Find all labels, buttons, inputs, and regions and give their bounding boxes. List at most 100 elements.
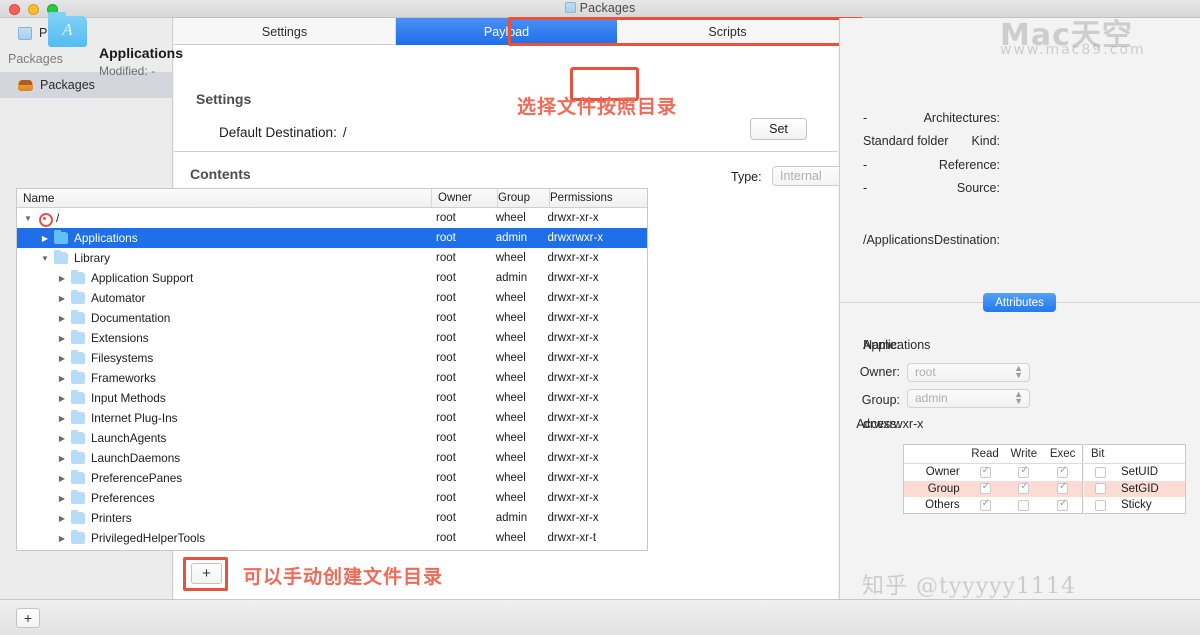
table-row[interactable]: Extensions root wheel drwxr-xr-x bbox=[17, 328, 647, 348]
table-row[interactable]: Printers root admin drwxr-xr-x bbox=[17, 508, 647, 528]
table-row[interactable]: Internet Plug-Ins root wheel drwxr-xr-x bbox=[17, 408, 647, 428]
table-row[interactable]: Filesystems root wheel drwxr-xr-x bbox=[17, 348, 647, 368]
checkbox-read[interactable] bbox=[979, 481, 991, 495]
table-row[interactable]: Applications root admin drwxrwxr-x bbox=[17, 228, 647, 248]
checkbox-exec[interactable] bbox=[1057, 481, 1069, 495]
row-group-cell: wheel bbox=[495, 332, 526, 344]
triangle-right-icon[interactable] bbox=[55, 514, 69, 523]
column-header-owner[interactable]: Owner bbox=[432, 189, 498, 207]
add-package-button[interactable]: + bbox=[16, 608, 40, 628]
triangle-right-icon[interactable] bbox=[55, 374, 69, 383]
folder-icon bbox=[71, 430, 85, 444]
row-name-cell: / bbox=[17, 211, 430, 227]
inspector-header bbox=[840, 18, 1200, 64]
row-name-cell: Internet Plug-Ins bbox=[17, 410, 430, 425]
table-row[interactable]: / root wheel drwxr-xr-x bbox=[17, 208, 647, 228]
permission-row: Owner bbox=[904, 464, 1082, 481]
table-row[interactable]: Automator root wheel drwxr-xr-x bbox=[17, 288, 647, 308]
row-permissions-cell: drwxr-xr-x bbox=[547, 412, 599, 424]
tab-payload[interactable]: Payload bbox=[396, 18, 617, 45]
checkbox-exec[interactable] bbox=[1057, 498, 1069, 511]
table-row[interactable]: Input Methods root wheel drwxr-xr-x bbox=[17, 388, 647, 408]
checkbox-bit[interactable] bbox=[1094, 466, 1106, 478]
table-row[interactable]: Frameworks root wheel drwxr-xr-x bbox=[17, 368, 647, 388]
highlight-add-button bbox=[183, 557, 228, 591]
permission-cell bbox=[1004, 499, 1043, 511]
permission-row: Group bbox=[904, 480, 1082, 497]
group-select[interactable]: admin ▲ ▼ bbox=[907, 389, 1030, 408]
table-row[interactable]: Documentation root wheel drwxr-xr-x bbox=[17, 308, 647, 328]
window-title-text: Packages bbox=[579, 1, 636, 15]
row-permissions-cell: drwxr-xr-x bbox=[547, 392, 599, 404]
triangle-right-icon[interactable] bbox=[55, 534, 69, 543]
tab-settings[interactable]: Settings bbox=[174, 18, 396, 45]
row-name-cell: Automator bbox=[17, 290, 430, 305]
checkbox-bit[interactable] bbox=[1094, 499, 1106, 511]
set-button-label: Set bbox=[769, 122, 788, 136]
checkbox-write[interactable] bbox=[1018, 499, 1030, 511]
permission-cell bbox=[1004, 465, 1043, 478]
row-group-cell: wheel bbox=[495, 532, 526, 544]
checkbox-write[interactable] bbox=[1018, 465, 1030, 478]
table-row[interactable]: Preferences root wheel drwxr-xr-x bbox=[17, 488, 647, 508]
row-group-cell: wheel bbox=[495, 372, 526, 384]
triangle-right-icon[interactable] bbox=[55, 354, 69, 363]
tab-attributes[interactable]: Attributes bbox=[983, 293, 1056, 312]
triangle-right-icon[interactable] bbox=[55, 274, 69, 283]
special-bit-row: Sticky bbox=[1084, 497, 1185, 514]
checkbox-bit[interactable] bbox=[1094, 483, 1106, 495]
triangle-right-icon[interactable] bbox=[55, 414, 69, 423]
triangle-right-icon[interactable] bbox=[55, 294, 69, 303]
table-row[interactable]: Application Support root admin drwxr-xr-x bbox=[17, 268, 647, 288]
row-owner-cell: root bbox=[436, 232, 456, 244]
triangle-right-icon[interactable] bbox=[55, 314, 69, 323]
triangle-right-icon[interactable] bbox=[55, 334, 69, 343]
checkbox-read[interactable] bbox=[979, 498, 991, 511]
triangle-right-icon[interactable] bbox=[38, 234, 52, 243]
attr-name-value: Applications bbox=[863, 338, 931, 352]
permission-row: Others bbox=[904, 497, 1082, 514]
triangle-right-icon[interactable] bbox=[55, 494, 69, 503]
table-row[interactable]: LaunchAgents root wheel drwxr-xr-x bbox=[17, 428, 647, 448]
project-icon bbox=[18, 26, 32, 40]
triangle-down-icon[interactable] bbox=[21, 214, 35, 223]
triangle-right-icon[interactable] bbox=[55, 394, 69, 403]
contents-table[interactable]: Name Owner Group Permissions / root wheel d… bbox=[16, 188, 648, 551]
row-name-label: Extensions bbox=[91, 331, 149, 345]
row-name-cell: Documentation bbox=[17, 310, 430, 325]
owner-select[interactable]: root ▲ ▼ bbox=[907, 363, 1030, 382]
column-header-group[interactable]: Group bbox=[498, 189, 550, 207]
checkbox-exec[interactable] bbox=[1057, 465, 1069, 478]
permission-corner bbox=[904, 445, 966, 463]
folder-icon bbox=[54, 230, 68, 244]
tab-scripts-label: Scripts bbox=[708, 24, 747, 39]
triangle-right-icon[interactable] bbox=[55, 474, 69, 483]
row-owner-cell: root bbox=[436, 292, 456, 304]
permission-matrix[interactable]: Read Write Exec Owner Group Others bbox=[903, 444, 1083, 514]
table-row[interactable]: PrivilegedHelperTools root wheel drwxr-xr-t bbox=[17, 528, 647, 548]
triangle-right-icon[interactable] bbox=[55, 454, 69, 463]
row-permissions-cell: drwxr-xr-x bbox=[547, 332, 599, 344]
chevron-updown-icon: ▲▼ bbox=[1014, 389, 1023, 406]
row-permissions-cell: drwxr-xr-x bbox=[547, 432, 599, 444]
checkbox-read[interactable] bbox=[979, 465, 991, 478]
type-label: Type: bbox=[731, 170, 762, 184]
row-group-cell: wheel bbox=[495, 472, 526, 484]
special-bits-matrix[interactable]: Bit SetUID SetGID Sticky bbox=[1084, 444, 1186, 514]
triangle-right-icon[interactable] bbox=[55, 434, 69, 443]
table-row[interactable]: LaunchDaemons root wheel drwxr-xr-x bbox=[17, 448, 647, 468]
checkbox-write[interactable] bbox=[1018, 481, 1030, 495]
row-group-cell: wheel bbox=[495, 392, 526, 404]
row-owner-cell: root bbox=[436, 452, 456, 464]
table-row[interactable]: Library root wheel drwxr-xr-x bbox=[17, 248, 647, 268]
table-row[interactable]: PreferencePanes root wheel drwxr-xr-x bbox=[17, 468, 647, 488]
column-header-name[interactable]: Name bbox=[17, 189, 432, 207]
folder-icon bbox=[71, 530, 85, 544]
tab-scripts[interactable]: Scripts bbox=[617, 18, 838, 45]
settings-section: Settings Default Destination: / Set bbox=[174, 45, 838, 152]
set-button[interactable]: Set bbox=[750, 118, 807, 140]
column-header-permissions[interactable]: Permissions bbox=[550, 189, 647, 207]
row-name-cell: Applications bbox=[17, 230, 430, 245]
row-owner-cell: root bbox=[436, 392, 456, 404]
triangle-down-icon[interactable] bbox=[38, 254, 52, 263]
